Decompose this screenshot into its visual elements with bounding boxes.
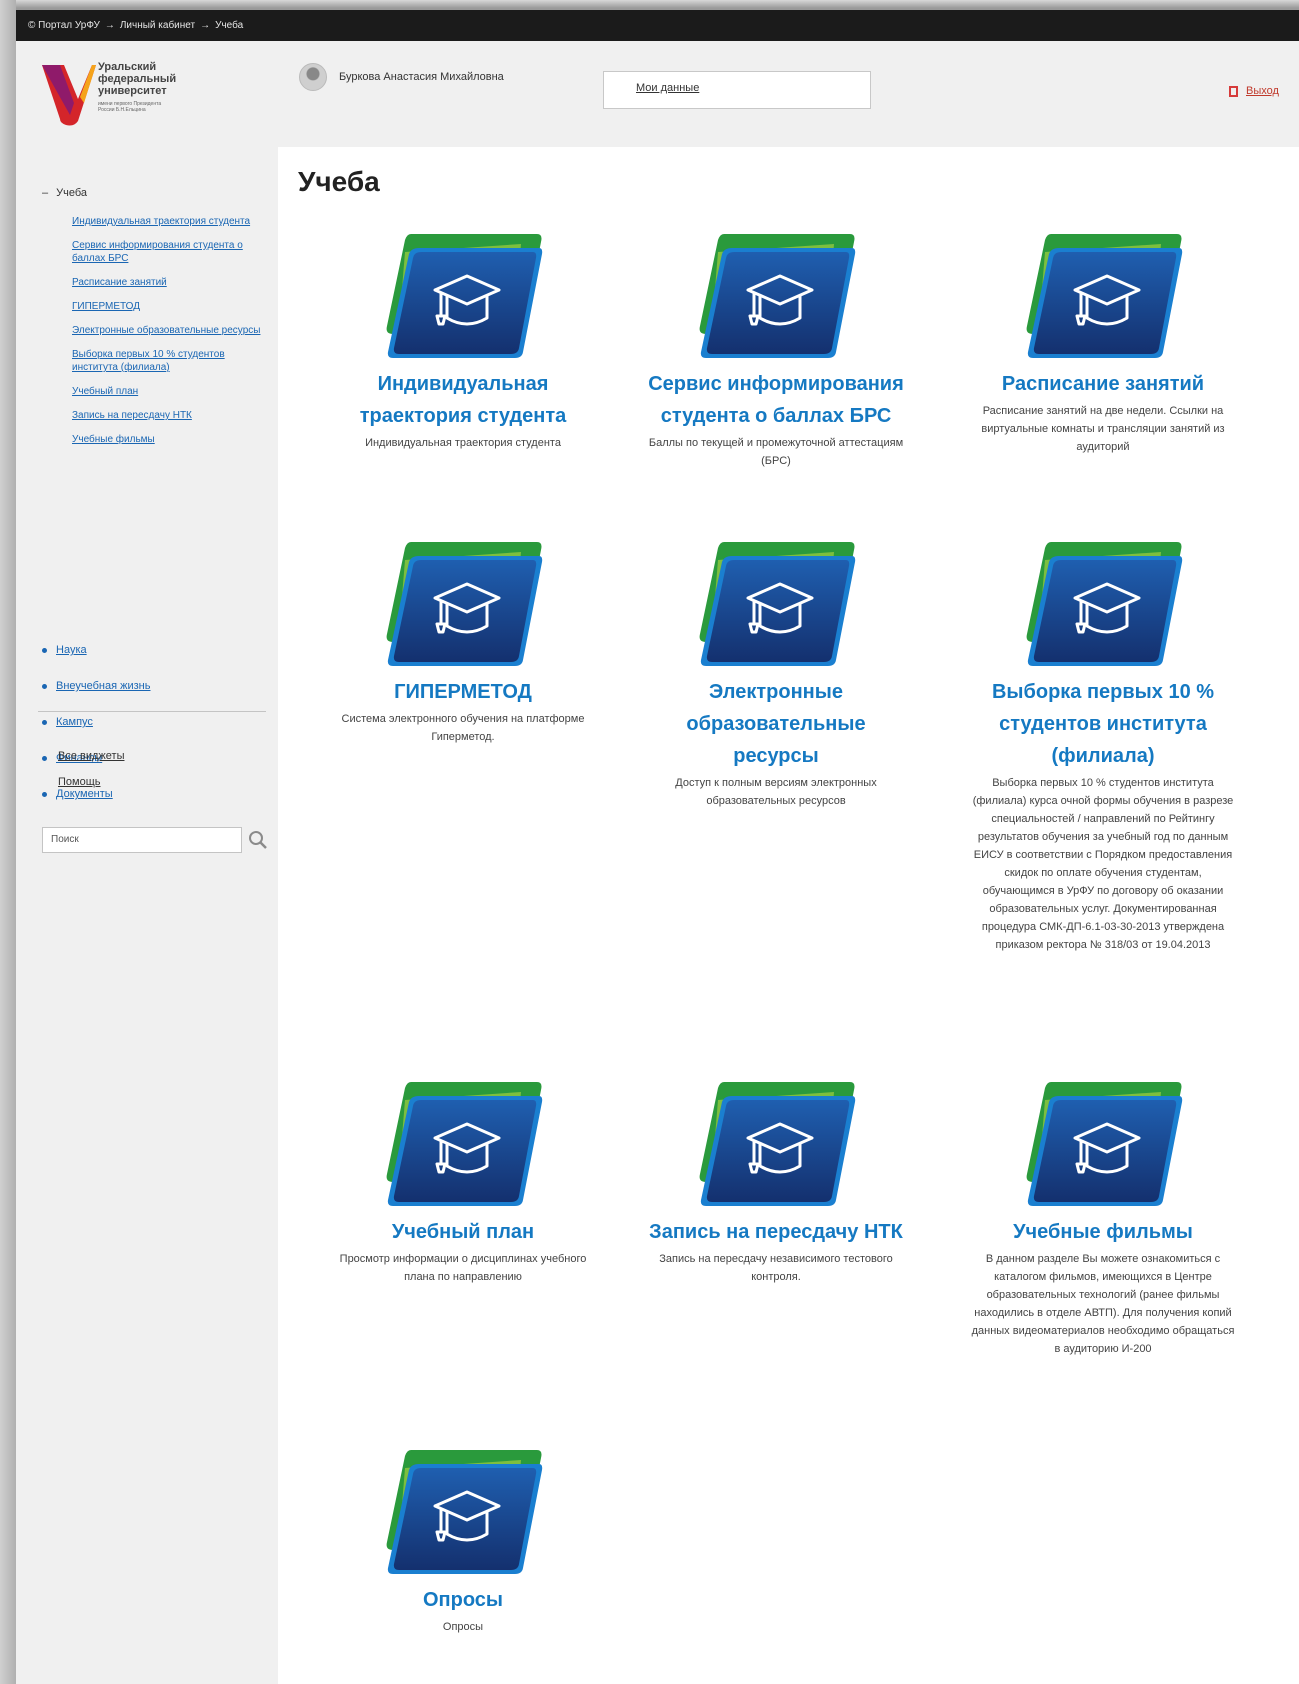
widget-tile[interactable]: Опросы Опросы: [328, 1450, 598, 1636]
tile-title[interactable]: Учебный план: [328, 1216, 598, 1248]
breadcrumb-portal[interactable]: © Портал УрФУ: [28, 20, 100, 31]
help-link[interactable]: Помощь: [58, 776, 124, 788]
header: Уральский федеральный университет имени …: [16, 41, 1299, 147]
sidebar-subitem[interactable]: ГИПЕРМЕТОД: [72, 300, 262, 313]
tile-title[interactable]: ГИПЕРМЕТОД: [328, 676, 598, 708]
breadcrumb-separator: →: [200, 20, 211, 31]
bullet-icon: [42, 683, 47, 689]
tile-description: Система электронного обучения на платфор…: [341, 713, 585, 743]
sidebar-subitem[interactable]: Выборка первых 10 % студентов института …: [72, 348, 262, 374]
tile-title[interactable]: Электронные образовательные ресурсы: [641, 676, 911, 772]
sidebar-subitem[interactable]: Запись на пересдачу НТК: [72, 409, 262, 422]
breadcrumb: © Портал УрФУ → Личный кабинет → Учеба: [16, 10, 1299, 41]
widget-tile[interactable]: Учебные фильмы В данном разделе Вы может…: [968, 1082, 1238, 1358]
all-widgets-link[interactable]: Все виджеты: [58, 750, 124, 762]
user-block: Буркова Анастасия Михайловна: [299, 63, 504, 91]
breadcrumb-cabinet[interactable]: Личный кабинет: [120, 20, 195, 31]
sidebar-item-science[interactable]: Наука: [42, 642, 151, 658]
tile-description: Выборка первых 10 % студентов института …: [972, 777, 1234, 951]
sidebar-item-extracurricular[interactable]: Внеучебная жизнь: [42, 678, 151, 694]
bullet-icon: [42, 791, 47, 797]
tile-description: Просмотр информации о дисциплинах учебно…: [339, 1253, 587, 1283]
page: © Портал УрФУ → Личный кабинет → Учеба У…: [16, 10, 1299, 1684]
bullet-icon: [42, 719, 47, 725]
widget-tile[interactable]: Запись на пересдачу НТК Запись на пересд…: [641, 1082, 911, 1286]
bullet-icon: [42, 647, 47, 653]
logout-button[interactable]: Выход: [1229, 85, 1279, 97]
graduation-cap-icon: [385, 234, 543, 360]
my-data-link[interactable]: Мои данные: [603, 71, 871, 109]
page-title: Учеба: [298, 166, 380, 197]
widget-tile[interactable]: Учебный план Просмотр информации о дисци…: [328, 1082, 598, 1286]
tile-description: Опросы: [442, 1621, 484, 1633]
sidebar-subitem[interactable]: Индивидуальная траектория студента: [72, 215, 262, 228]
graduation-cap-icon: [1025, 542, 1183, 668]
search-icon[interactable]: [248, 830, 268, 850]
graduation-cap-icon: [698, 542, 856, 668]
sidebar-subitem[interactable]: Сервис информирования студента о баллах …: [72, 239, 262, 265]
tile-title[interactable]: Индивидуальная траектория студента: [328, 368, 598, 432]
breadcrumb-separator: →: [104, 20, 115, 31]
tile-title[interactable]: Опросы: [328, 1584, 598, 1616]
search-input[interactable]: Поиск: [42, 827, 242, 853]
sidebar-divider: [38, 711, 266, 712]
graduation-cap-icon: [1025, 1082, 1183, 1208]
widget-tile[interactable]: ГИПЕРМЕТОД Система электронного обучения…: [328, 542, 598, 746]
sidebar-links: Все виджеты Помощь: [58, 750, 124, 802]
widget-tile[interactable]: Электронные образовательные ресурсы Дост…: [641, 542, 911, 810]
avatar[interactable]: [299, 63, 327, 91]
widget-tile[interactable]: Индивидуальная траектория студента Индив…: [328, 234, 598, 452]
urfu-logo-icon: [42, 65, 96, 126]
tile-title[interactable]: Сервис информирования студента о баллах …: [641, 368, 911, 432]
tile-title[interactable]: Учебные фильмы: [968, 1216, 1238, 1248]
sidebar-subitem[interactable]: Расписание занятий: [72, 276, 262, 289]
graduation-cap-icon: [385, 1450, 543, 1576]
tile-description: Доступ к полным версиям электронных обра…: [675, 777, 877, 807]
university-name: Уральский федеральный университет: [98, 61, 177, 97]
university-logo[interactable]: Уральский федеральный университет имени …: [40, 59, 230, 129]
sidebar-subitem[interactable]: Электронные образовательные ресурсы: [72, 324, 262, 337]
logout-label: Выход: [1246, 85, 1279, 97]
sidebar-item-campus[interactable]: Кампус: [42, 714, 151, 730]
bullet-icon: [42, 755, 47, 761]
widget-tile[interactable]: Выборка первых 10 % студентов института …: [968, 542, 1238, 954]
widget-tile[interactable]: Сервис информирования студента о баллах …: [641, 234, 911, 470]
graduation-cap-icon: [385, 542, 543, 668]
sidebar-subitem[interactable]: Учебный план: [72, 385, 262, 398]
tile-description: Индивидуальная траектория студента: [365, 437, 561, 449]
logout-icon: [1229, 85, 1238, 97]
tile-description: В данном разделе Вы можете ознакомиться …: [971, 1253, 1235, 1355]
graduation-cap-icon: [1025, 234, 1183, 360]
sidebar-item-current[interactable]: Учеба: [42, 187, 87, 199]
widget-tile[interactable]: Расписание занятий Расписание занятий на…: [968, 234, 1238, 456]
graduation-cap-icon: [698, 1082, 856, 1208]
tile-description: Баллы по текущей и промежуточной аттеста…: [648, 437, 904, 467]
tile-title[interactable]: Расписание занятий: [968, 368, 1238, 400]
sidebar-subnav: Индивидуальная траектория студента Серви…: [72, 215, 262, 457]
tile-title[interactable]: Запись на пересдачу НТК: [641, 1216, 911, 1248]
search: Поиск: [42, 827, 268, 853]
university-subtitle: имени первого Президента России Б.Н.Ельц…: [98, 101, 162, 113]
sidebar-subitem[interactable]: Учебные фильмы: [72, 433, 262, 446]
tile-description: Запись на пересдачу независимого тестово…: [659, 1253, 893, 1283]
graduation-cap-icon: [385, 1082, 543, 1208]
tile-description: Расписание занятий на две недели. Ссылки…: [981, 405, 1225, 453]
breadcrumb-current: Учеба: [215, 20, 244, 31]
user-name: Буркова Анастасия Михайловна: [339, 71, 504, 83]
graduation-cap-icon: [698, 234, 856, 360]
sidebar: Учеба Индивидуальная траектория студента…: [16, 147, 278, 1684]
tile-title[interactable]: Выборка первых 10 % студентов института …: [968, 676, 1238, 772]
